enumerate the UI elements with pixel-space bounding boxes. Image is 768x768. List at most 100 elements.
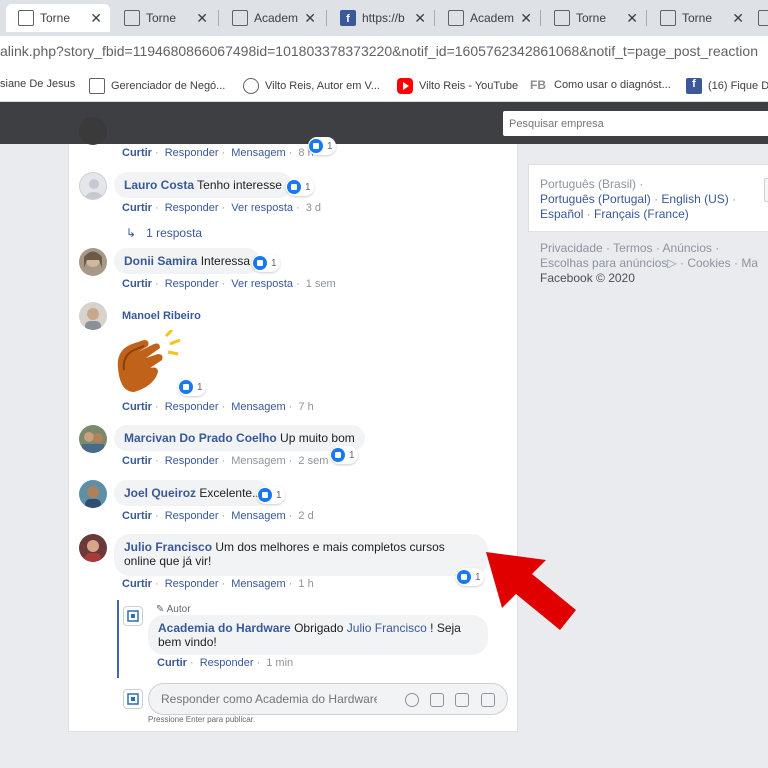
reaction-count[interactable]: 1 [456,568,484,586]
reply-link[interactable]: Responder [165,401,219,413]
bookmark-item[interactable]: FB Como usar o diagnóst... [530,78,671,92]
page-avatar[interactable] [123,689,143,709]
reply-link[interactable]: Responder [165,578,219,590]
avatar[interactable] [79,480,107,508]
comment-time[interactable]: 1 sem [306,278,336,290]
view-reply-link[interactable]: Ver resposta [231,278,293,290]
browser-tab[interactable]: f https://b ✕ [328,4,434,32]
commenter-name[interactable]: Manoel Ribeiro [122,310,201,322]
comment-time[interactable]: 2 sem [298,455,328,467]
like-link[interactable]: Curtir [122,401,152,413]
avatar[interactable] [79,534,107,562]
commenter-name[interactable]: Academia do Hardware [158,621,291,635]
browser-tab[interactable]: Academ ✕ [436,4,540,32]
reply-link[interactable]: Responder [165,455,219,467]
comment-time[interactable]: 3 d [306,202,321,214]
avatar[interactable] [79,248,107,276]
reply-link[interactable]: Responder [165,510,219,522]
camera-icon[interactable] [430,693,444,707]
reaction-count[interactable]: 1 [308,137,336,155]
reaction-count[interactable]: 1 [252,254,280,272]
reply-link[interactable]: Responder [165,147,219,159]
like-link[interactable]: Curtir [122,278,152,290]
language-link[interactable]: Français (France) [594,207,689,221]
like-link[interactable]: Curtir [122,202,152,214]
footer-link[interactable]: Privacidade [540,241,603,255]
browser-tab[interactable]: Torne ✕ [112,4,216,32]
footer-link[interactable]: Ma [741,256,758,270]
bookmark-item[interactable]: Vilto Reis, Autor em V... [243,78,380,94]
facebook-top-bar [0,102,768,144]
language-link[interactable]: English (US) [661,192,728,206]
reaction-count[interactable]: 1 [178,378,206,396]
view-reply-link[interactable]: Ver resposta [231,202,293,214]
reaction-count[interactable]: 1 [286,178,314,196]
message-link[interactable]: Mensagem [231,455,285,467]
message-link[interactable]: Mensagem [231,578,285,590]
language-link[interactable]: Español [540,207,583,221]
add-language-button[interactable] [764,178,768,202]
commenter-name[interactable]: Donii Samira [124,254,197,268]
like-link[interactable]: Curtir [157,657,187,669]
mention-link[interactable]: Julio Francisco [347,621,427,635]
close-icon[interactable]: ✕ [196,10,208,27]
browser-tab[interactable]: Torne ✕ [648,4,752,32]
reply-link[interactable]: Responder [200,657,254,669]
avatar[interactable] [79,302,107,330]
reply-input[interactable] [149,684,389,714]
browser-tab[interactable]: Torne ✕ [542,4,646,32]
commenter-name[interactable]: Julio Francisco [124,540,212,554]
like-link[interactable]: Curtir [122,455,152,467]
avatar[interactable] [79,172,107,200]
reaction-count[interactable]: 1 [330,446,358,464]
emoji-icon[interactable] [405,693,419,707]
message-link[interactable]: Mensagem [231,401,285,413]
commenter-name[interactable]: Lauro Costa [124,178,194,192]
like-link[interactable]: Curtir [122,578,152,590]
language-link[interactable]: Português (Portugal) [540,192,651,206]
close-icon[interactable]: ✕ [304,10,316,27]
close-icon[interactable]: ✕ [732,10,744,27]
browser-tab-partial[interactable] [754,4,768,32]
clapping-hands-sticker-icon[interactable] [110,328,186,399]
avatar[interactable] [79,117,107,145]
reply-link[interactable]: Responder [165,202,219,214]
bookmarks-bar: siane De Jesus Gerenciador de Negó... Vi… [0,68,768,102]
avatar[interactable] [79,425,107,453]
comment-time[interactable]: 1 min [266,657,293,669]
address-bar[interactable]: alink.php?story_fbid=1194680866067498id=… [0,36,768,68]
sticker-icon[interactable] [481,693,495,707]
bookmark-item[interactable]: siane De Jesus [0,78,75,90]
page-avatar[interactable] [123,606,143,626]
gif-icon[interactable] [455,693,469,707]
close-icon[interactable]: ✕ [520,10,532,27]
reply-arrow-icon: ↳ [126,226,137,240]
comment-time[interactable]: 7 h [298,401,313,413]
tab-separator [218,10,219,26]
comment-time[interactable]: 1 h [298,578,313,590]
commenter-name[interactable]: Joel Queiroz [124,486,196,500]
browser-tab[interactable]: Academ ✕ [220,4,324,32]
footer-link[interactable]: Escolhas para anúncios [540,256,667,270]
close-icon[interactable]: ✕ [626,10,638,27]
close-icon[interactable]: ✕ [90,10,102,27]
commenter-name[interactable]: Marcivan Do Prado Coelho [124,431,277,445]
like-link[interactable]: Curtir [122,147,152,159]
browser-tab[interactable]: Torne ✕ [6,4,110,32]
like-link[interactable]: Curtir [122,510,152,522]
footer-link[interactable]: Cookies [687,256,730,270]
footer-link[interactable]: Termos [613,241,652,255]
bookmark-item[interactable]: f (16) Fique D [686,78,768,94]
search-input[interactable] [503,111,768,136]
comment-time[interactable]: 2 d [298,510,313,522]
url-text[interactable]: alink.php?story_fbid=1194680866067498id=… [0,43,758,59]
footer-link[interactable]: Anúncios [663,241,712,255]
close-icon[interactable]: ✕ [414,10,426,27]
bookmark-item[interactable]: Vilto Reis - YouTube [397,78,518,94]
reply-link[interactable]: Responder [165,278,219,290]
view-replies-link[interactable]: ↳ 1 resposta [126,226,202,240]
bookmark-item[interactable]: Gerenciador de Negó... [89,78,225,94]
message-link[interactable]: Mensagem [231,147,285,159]
message-link[interactable]: Mensagem [231,510,285,522]
reaction-count[interactable]: 1 [257,486,285,504]
